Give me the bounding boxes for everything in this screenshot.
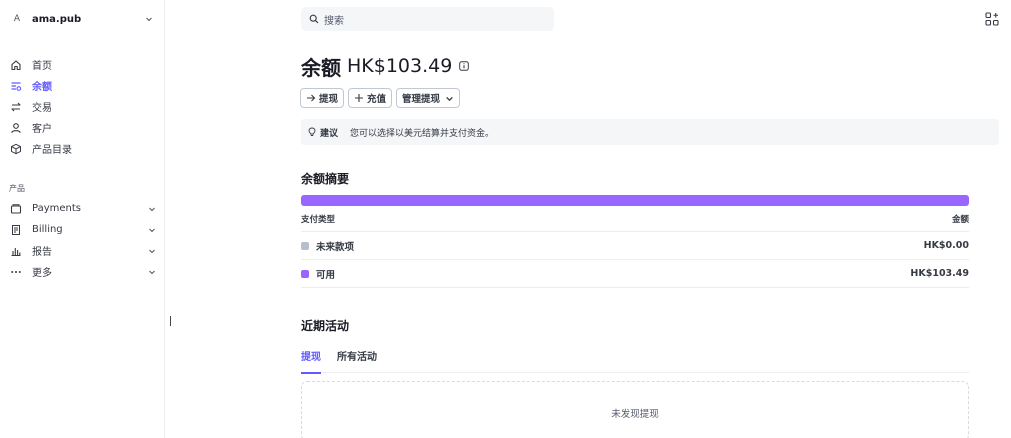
chevron-down-icon <box>444 93 454 103</box>
lightbulb-icon <box>307 127 317 137</box>
suggestion-banner: 建议 您可以选择以美元结算并支付资金。 <box>301 119 999 145</box>
row-amount: HK$0.00 <box>923 240 969 251</box>
balance-bar <box>301 195 969 206</box>
table-row: 可用 HK$103.49 <box>301 260 969 288</box>
recent-activity-title: 近期活动 <box>301 319 350 333</box>
balance-amount: HK$103.49 <box>347 55 453 77</box>
payments-icon <box>9 202 23 216</box>
balance-summary-table: 支付类型 金额 未来款项 HK$0.00 可用 HK$103.49 <box>301 206 969 288</box>
sidebar-resize-handle[interactable] <box>170 316 171 326</box>
sidebar-item-transactions[interactable]: 交易 <box>9 96 157 117</box>
table-row: 未来款项 HK$0.00 <box>301 232 969 260</box>
balance-summary-title: 余额摘要 <box>301 172 350 186</box>
search-input[interactable]: 搜索 <box>301 7 554 31</box>
apps-icon[interactable] <box>985 12 999 26</box>
chevron-down-icon <box>147 267 157 277</box>
sidebar-item-label: 报告 <box>32 247 52 258</box>
chevron-down-icon <box>144 14 154 24</box>
table-header: 支付类型 金额 <box>301 206 969 232</box>
suggestion-label: 建议 <box>320 128 339 139</box>
chevron-down-icon <box>147 204 157 214</box>
column-header-amount: 金额 <box>951 214 969 225</box>
row-label: 未来款项 <box>316 241 355 253</box>
empty-state-text: 未发现提现 <box>611 409 659 420</box>
more-icon <box>9 265 23 279</box>
sidebar-item-billing[interactable]: Billing <box>9 219 157 240</box>
section-label-products: 产品 <box>9 184 25 193</box>
plus-icon <box>354 93 364 103</box>
search-icon <box>309 14 319 24</box>
sidebar-item-label: 更多 <box>32 268 52 279</box>
topup-label: 充值 <box>367 94 387 105</box>
manage-payouts-button[interactable]: 管理提现 <box>396 88 461 108</box>
payout-label: 提现 <box>319 94 339 105</box>
page-header: 余额 HK$103.49 <box>301 52 470 80</box>
row-label: 可用 <box>316 269 336 281</box>
sidebar: A ama.pub 首页 余额 交易 客户 产品目录 产品 Payments B… <box>0 0 165 438</box>
sidebar-item-label: Payments <box>32 203 81 214</box>
arrow-right-icon <box>306 93 316 103</box>
sidebar-item-home[interactable]: 首页 <box>9 54 157 75</box>
page-title: 余额 <box>301 55 341 80</box>
tab-payouts[interactable]: 提现 <box>301 343 321 374</box>
action-buttons: 提现 充值 管理提现 <box>300 88 461 108</box>
search-placeholder: 搜索 <box>324 15 344 27</box>
sidebar-item-product-catalog[interactable]: 产品目录 <box>9 138 157 159</box>
chevron-down-icon <box>147 246 157 256</box>
sidebar-item-label: 客户 <box>32 124 52 135</box>
sidebar-item-label: 余额 <box>32 82 52 93</box>
products-nav: Payments Billing 报告 更多 <box>9 198 157 282</box>
main-nav: 首页 余额 交易 客户 产品目录 <box>9 54 157 159</box>
sidebar-item-payments[interactable]: Payments <box>9 198 157 219</box>
account-switcher[interactable]: A ama.pub <box>9 9 154 29</box>
product-catalog-icon <box>9 142 23 156</box>
topup-button[interactable]: 充值 <box>348 88 393 108</box>
manage-payouts-label: 管理提现 <box>402 94 441 105</box>
sidebar-item-balance[interactable]: 余额 <box>9 75 157 96</box>
sidebar-item-reports[interactable]: 报告 <box>9 240 157 261</box>
empty-state: 未发现提现 <box>301 381 969 438</box>
sidebar-item-customers[interactable]: 客户 <box>9 117 157 138</box>
sidebar-item-label: 交易 <box>32 103 52 114</box>
customers-icon <box>9 121 23 135</box>
account-avatar: A <box>13 14 21 24</box>
sidebar-item-label: Billing <box>32 224 63 235</box>
activity-tabs: 提现 所有活动 <box>301 343 969 374</box>
home-icon <box>9 58 23 72</box>
row-amount: HK$103.49 <box>910 268 969 279</box>
legend-swatch-future <box>301 241 309 250</box>
sidebar-item-more[interactable]: 更多 <box>9 261 157 282</box>
tab-all-activity[interactable]: 所有活动 <box>337 343 377 373</box>
chevron-down-icon <box>147 225 157 235</box>
column-header-type: 支付类型 <box>301 214 336 225</box>
legend-swatch-available <box>301 269 309 278</box>
reports-icon <box>9 244 23 258</box>
payout-button[interactable]: 提现 <box>300 88 345 108</box>
billing-icon <box>9 223 23 237</box>
info-icon[interactable] <box>459 61 470 71</box>
account-name: ama.pub <box>32 13 82 25</box>
sidebar-item-label: 首页 <box>32 61 52 72</box>
sidebar-item-label: 产品目录 <box>32 145 72 156</box>
balance-icon <box>9 79 23 93</box>
suggestion-text: 您可以选择以美元结算并支付资金。 <box>350 128 495 139</box>
transactions-icon <box>9 100 23 114</box>
